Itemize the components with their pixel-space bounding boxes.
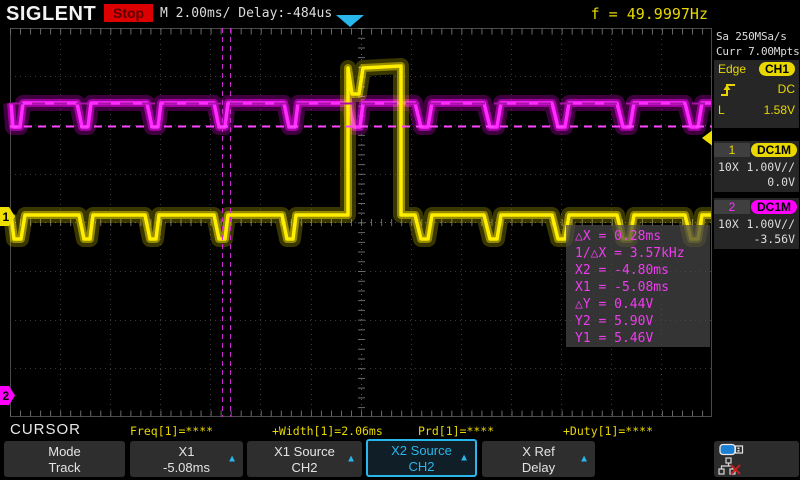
menu-xref-line1: X Ref [482,444,595,459]
measurement-freq: Freq[1]=**** [130,424,213,438]
menu-x1-line1: X1 [130,444,243,459]
menu-x1source-line1: X1 Source [247,444,362,459]
trigger-level-label: L [718,103,725,117]
cursor-inv-dx: 1/△X = 3.57kHz [575,245,710,262]
cursor-dy: △Y = 0.44V [575,296,710,313]
trigger-mode-label: Edge [718,62,746,76]
rising-edge-icon [718,81,738,97]
svg-text:1: 1 [3,210,10,224]
svg-text:2: 2 [3,389,10,403]
adjust-arrow-icon: ▲ [459,453,469,464]
channel1-offset: 0.0V [767,175,795,189]
acquisition-status-badge[interactable]: Stop [104,4,153,22]
cursor-dx: △X = 0.28ms [575,228,710,245]
sample-rate-readout: Sa 250MSa/s [716,30,787,43]
menu-mode-line2: Track [4,460,125,475]
channel1-number: 1 [714,143,750,157]
cursor-readout-box: △X = 0.28ms 1/△X = 3.57kHz X2 = -4.80ms … [566,225,710,347]
usb-icon [719,443,747,456]
menu-x1-line2: -5.08ms [130,460,243,475]
cursor-x1: X1 = -5.08ms [575,279,710,296]
ch2-ground-marker[interactable]: 2 [0,386,15,405]
menu-button-mode[interactable]: Mode Track [4,441,125,477]
trigger-info-box[interactable]: Edge CH1 DC L 1.58V [714,60,799,128]
adjust-arrow-icon: ▲ [346,454,356,465]
channel2-coupling-badge: DC1M [751,200,797,214]
adjust-arrow-icon: ▲ [579,454,589,465]
measurement-period: Prd[1]=**** [418,424,494,438]
trigger-level-value: 1.58V [764,103,795,117]
channel1-coupling-badge: DC1M [751,143,797,157]
channel2-scale: 1.00V// [747,217,795,231]
menu-mode-line1: Mode [4,444,125,459]
channel2-info-box[interactable]: 2 DC1M 10X 1.00V// -3.56V [714,198,799,249]
oscilloscope-screen: 1 2 SIGLENT Stop M 2.00ms/ Delay:-484us … [0,0,800,480]
ch2-waveform [11,103,711,127]
menu-button-x2-source[interactable]: X2 Source CH2 ▲ [366,439,477,477]
measurement-width: +Width[1]=2.06ms [272,424,383,438]
adjust-arrow-icon: ▲ [227,454,237,465]
status-icons-panel [714,441,799,477]
channel2-probe: 10X [718,217,739,231]
lan-disconnected-icon [718,457,744,476]
measurement-duty: +Duty[1]=**** [563,424,653,438]
channel2-offset: -3.56V [753,232,795,246]
channel1-info-box[interactable]: 1 DC1M 10X 1.00V// 0.0V [714,141,799,192]
memory-depth-readout: Curr 7.00Mpts [716,45,800,58]
cursor-x2: X2 = -4.80ms [575,262,710,279]
trigger-position-marker[interactable] [336,15,364,27]
cursor-y2: Y2 = 5.90V [575,313,710,330]
menu-button-x1-source[interactable]: X1 Source CH2 ▲ [247,441,362,477]
trigger-source-badge: CH1 [759,62,795,76]
menu-button-x-ref[interactable]: X Ref Delay ▲ [482,441,595,477]
menu-button-x1[interactable]: X1 -5.08ms ▲ [130,441,243,477]
menu-x1source-line2: CH2 [247,460,362,475]
trigger-coupling: DC [778,82,795,96]
timebase-readout: M 2.00ms/ Delay:-484us [160,6,332,21]
frequency-counter: f = 49.9997Hz [591,5,708,23]
channel1-probe: 10X [718,160,739,174]
siglent-logo: SIGLENT [6,3,96,26]
menu-xref-line2: Delay [482,460,595,475]
active-menu-title: CURSOR [10,421,81,438]
cursor-y1: Y1 = 5.46V [575,330,710,347]
channel1-scale: 1.00V// [747,160,795,174]
channel2-number: 2 [714,200,750,214]
